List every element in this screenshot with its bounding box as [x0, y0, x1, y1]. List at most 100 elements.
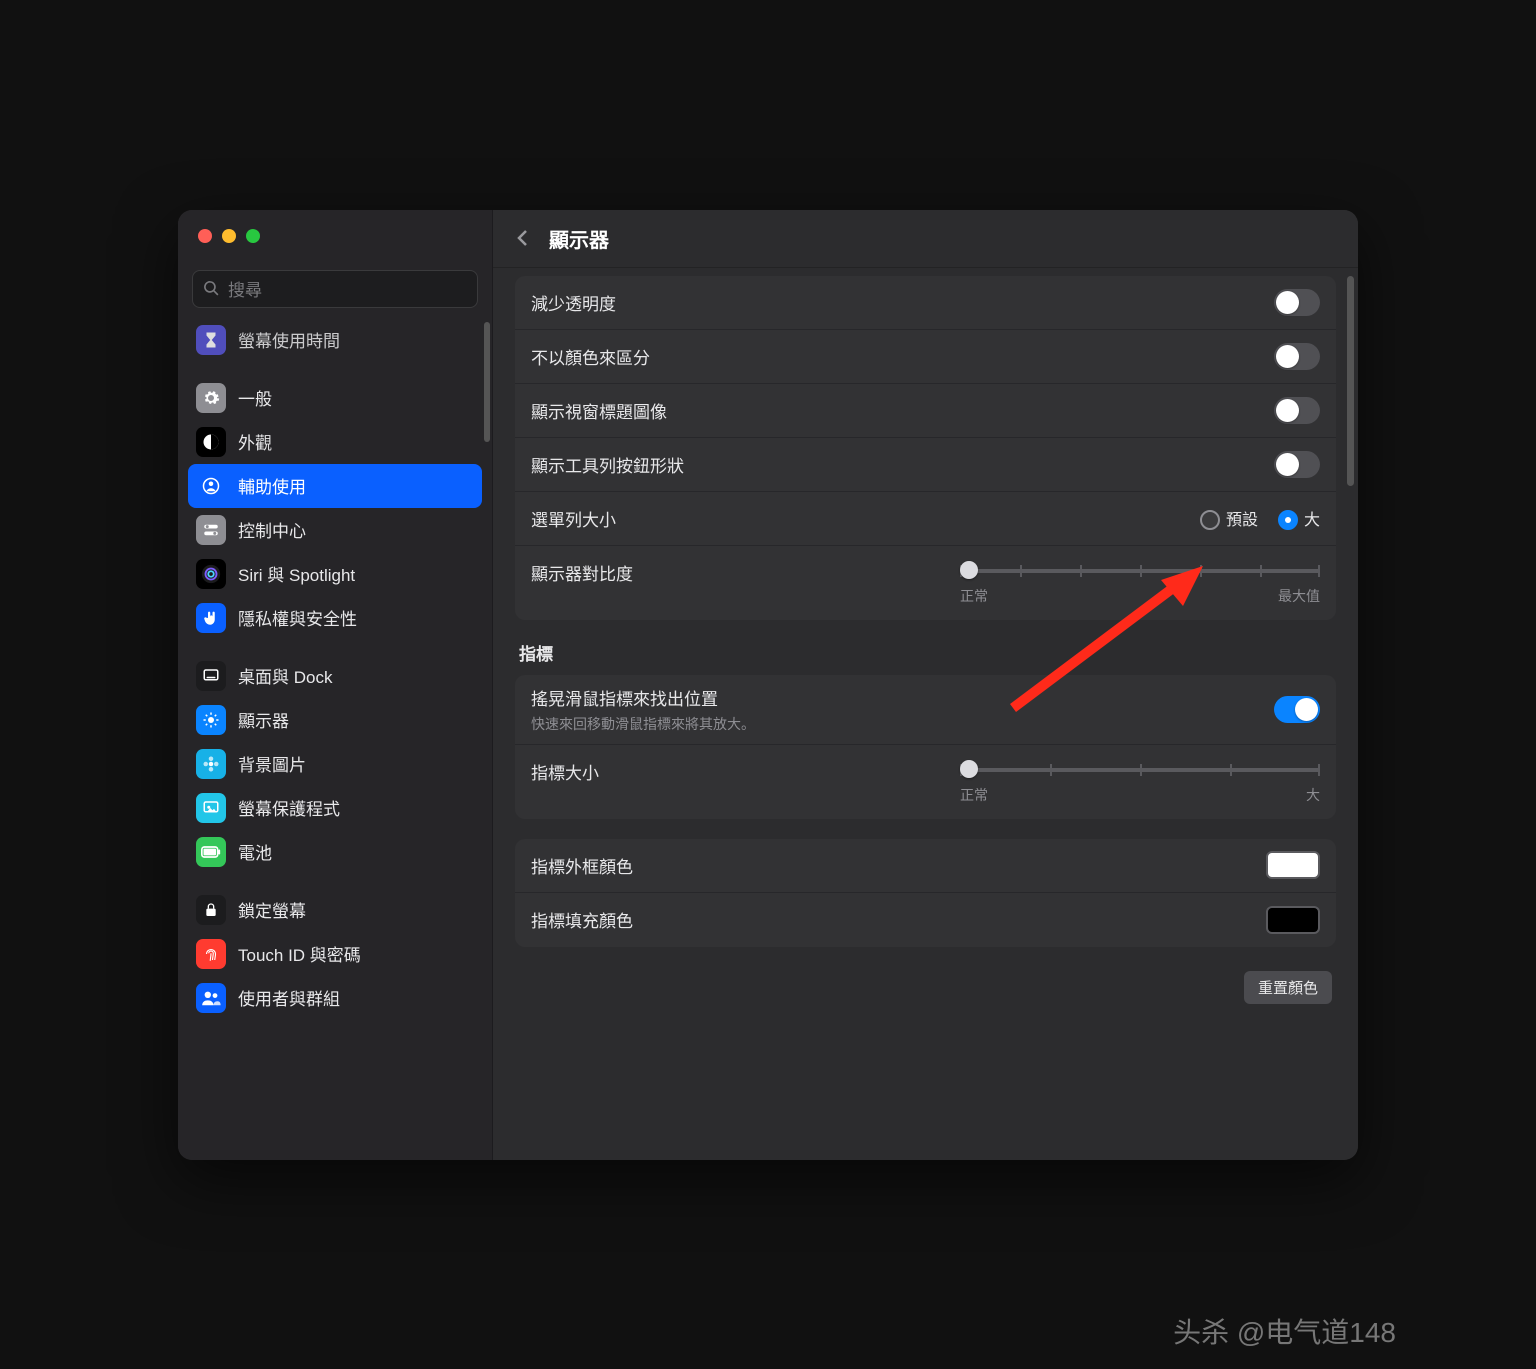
setting-label: 選單列大小 [531, 506, 616, 531]
slider-labels: 正常大 [960, 785, 1320, 805]
sidebar-item-screentime[interactable]: 螢幕使用時間 [188, 318, 482, 362]
sidebar-scrollbar[interactable] [484, 322, 490, 442]
row-differentiate-color: 不以顏色來區分 [515, 330, 1336, 384]
search-placeholder: 搜尋 [228, 276, 262, 301]
radio-large[interactable]: 大 [1278, 506, 1320, 531]
sidebar-item-label: 桌面與 Dock [238, 663, 332, 688]
sidebar-item-label: 控制中心 [238, 517, 306, 542]
pointer-card-2: 指標外框顏色 指標填充顏色 [515, 839, 1336, 947]
content-scrollbar[interactable] [1347, 276, 1354, 486]
watermark: 头杀 @电气道148 [1173, 1311, 1396, 1351]
gear-icon [196, 383, 226, 413]
menubar-size-radios: 預設 大 [1200, 506, 1320, 531]
flower-icon [196, 749, 226, 779]
switches-icon [196, 515, 226, 545]
setting-sublabel: 快速來回移動滑鼠指標來將其放大。 [531, 714, 755, 734]
sidebar-item-label: 電池 [238, 839, 272, 864]
slider-labels: 正常最大值 [960, 586, 1320, 606]
battery-icon [196, 837, 226, 867]
content: 減少透明度 不以顏色來區分 顯示視窗標題圖像 顯示工具列按鈕形狀 選單列大小 [493, 268, 1358, 1160]
setting-label: 搖晃滑鼠指標來找出位置 [531, 685, 755, 710]
toggle-toolbar-button-shapes[interactable] [1274, 451, 1320, 478]
sidebar-item-wallpaper[interactable]: 背景圖片 [188, 742, 482, 786]
sidebar-item-control-center[interactable]: 控制中心 [188, 508, 482, 552]
sun-icon [196, 705, 226, 735]
sidebar-item-label: 隱私權與安全性 [238, 605, 357, 630]
sidebar-item-label: 螢幕保護程式 [238, 795, 340, 820]
sidebar: 搜尋 螢幕使用時間 一般外觀輔助使用控制中心 Siri 與 Spotlight 隱私… [178, 210, 493, 1160]
pointer-card-1: 搖晃滑鼠指標來找出位置 快速來回移動滑鼠指標來將其放大。 指標大小 正常大 [515, 675, 1336, 819]
section-pointer: 指標 [519, 640, 1332, 665]
hand-icon [196, 603, 226, 633]
row-pointer-fill: 指標填充顏色 [515, 893, 1336, 947]
fingerprint-icon [196, 939, 226, 969]
siri-icon [196, 559, 226, 589]
sidebar-item-label: Touch ID 與密碼 [238, 941, 361, 966]
row-pointer-size: 指標大小 正常大 [515, 745, 1336, 819]
sidebar-item-accessibility[interactable]: 輔助使用 [188, 464, 482, 508]
setting-label: 指標外框顏色 [531, 853, 633, 878]
lock-icon [196, 895, 226, 925]
sidebar-list: 螢幕使用時間 一般外觀輔助使用控制中心 Siri 與 Spotlight 隱私權與安… [178, 318, 492, 1160]
sidebar-item-label: 鎖定螢幕 [238, 897, 306, 922]
reset-row: 重置顏色 [515, 967, 1336, 1004]
sidebar-item-label: 一般 [238, 385, 272, 410]
row-display-contrast: 顯示器對比度 正常最大值 [515, 546, 1336, 620]
close-icon[interactable] [198, 229, 212, 243]
sidebar-item-label: 顯示器 [238, 707, 289, 732]
toggle-window-title-icons[interactable] [1274, 397, 1320, 424]
screensaver-icon [196, 793, 226, 823]
setting-label: 顯示工具列按鈕形狀 [531, 452, 684, 477]
setting-label: 指標大小 [531, 759, 599, 784]
sidebar-item-label: 輔助使用 [238, 473, 306, 498]
sidebar-item-label: 背景圖片 [238, 751, 306, 776]
search-icon [203, 280, 220, 297]
row-reduce-transparency: 減少透明度 [515, 276, 1336, 330]
sidebar-item-appearance[interactable]: 外觀 [188, 420, 482, 464]
toggle-shake-pointer[interactable] [1274, 696, 1320, 723]
page-title: 顯示器 [549, 224, 609, 253]
pointer-size-slider[interactable] [960, 759, 1320, 781]
settings-window: 搜尋 螢幕使用時間 一般外觀輔助使用控制中心 Siri 與 Spotlight 隱私… [178, 210, 1358, 1160]
row-pointer-outline: 指標外框顏色 [515, 839, 1336, 893]
sidebar-item-label: 螢幕使用時間 [238, 327, 340, 352]
setting-label: 減少透明度 [531, 290, 616, 315]
fill-color-swatch[interactable] [1266, 906, 1320, 934]
sidebar-item-general[interactable]: 一般 [188, 376, 482, 420]
sidebar-item-label: 使用者與群組 [238, 985, 340, 1010]
reset-colors-button[interactable]: 重置顏色 [1244, 971, 1332, 1004]
setting-label: 不以顏色來區分 [531, 344, 650, 369]
minimize-icon[interactable] [222, 229, 236, 243]
row-toolbar-button-shapes: 顯示工具列按鈕形狀 [515, 438, 1336, 492]
users-icon [196, 983, 226, 1013]
toggle-reduce-transparency[interactable] [1274, 289, 1320, 316]
back-icon[interactable] [511, 226, 535, 250]
sidebar-item-screensaver[interactable]: 螢幕保護程式 [188, 786, 482, 830]
sidebar-item-label: Siri 與 Spotlight [238, 561, 355, 586]
setting-label: 顯示器對比度 [531, 560, 633, 585]
sidebar-item-desktop-dock[interactable]: 桌面與 Dock [188, 654, 482, 698]
main-panel: 顯示器 減少透明度 不以顏色來區分 顯示視窗標題圖像 顯示工具列按鈕形狀 [493, 210, 1358, 1160]
setting-label: 指標填充顏色 [531, 907, 633, 932]
sidebar-item-battery[interactable]: 電池 [188, 830, 482, 874]
setting-label: 顯示視窗標題圖像 [531, 398, 667, 423]
person-icon [196, 471, 226, 501]
sidebar-item-lock-screen[interactable]: 鎖定螢幕 [188, 888, 482, 932]
sidebar-item-displays[interactable]: 顯示器 [188, 698, 482, 742]
header: 顯示器 [493, 210, 1358, 268]
row-menubar-size: 選單列大小 預設 大 [515, 492, 1336, 546]
sidebar-item-privacy[interactable]: 隱私權與安全性 [188, 596, 482, 640]
sidebar-item-touchid[interactable]: Touch ID 與密碼 [188, 932, 482, 976]
pointer-size-slider-wrap: 正常大 [950, 759, 1320, 805]
toggle-differentiate-color[interactable] [1274, 343, 1320, 370]
outline-color-swatch[interactable] [1266, 851, 1320, 879]
zoom-icon[interactable] [246, 229, 260, 243]
row-window-title-icons: 顯示視窗標題圖像 [515, 384, 1336, 438]
search-input[interactable]: 搜尋 [192, 270, 478, 308]
radio-default[interactable]: 預設 [1200, 506, 1258, 531]
sidebar-item-siri[interactable]: Siri 與 Spotlight [188, 552, 482, 596]
hourglass-icon [196, 325, 226, 355]
window-controls [178, 210, 492, 262]
contrast-slider[interactable] [960, 560, 1320, 582]
sidebar-item-users[interactable]: 使用者與群組 [188, 976, 482, 1020]
